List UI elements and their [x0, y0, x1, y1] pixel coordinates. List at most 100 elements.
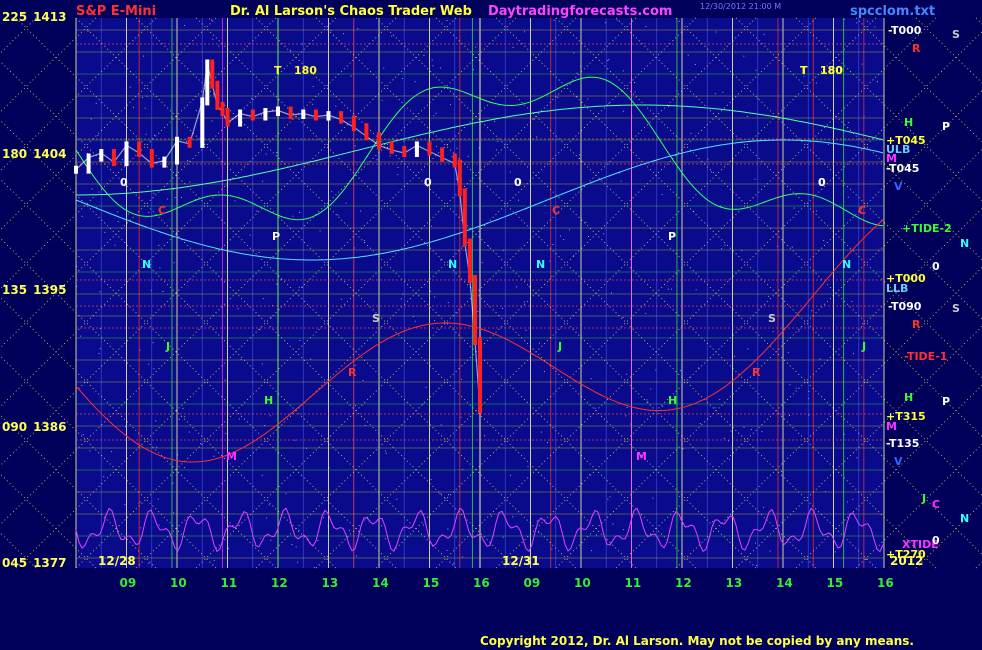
x-tick-label: 10	[574, 576, 591, 590]
speckle-dot	[456, 147, 458, 149]
speckle-dot	[389, 155, 391, 157]
speckle-dot	[789, 415, 790, 416]
speckle-dot	[360, 210, 362, 212]
right-label: V	[894, 180, 903, 193]
plot-letter: 0	[120, 176, 128, 189]
speckle-dot	[121, 159, 123, 161]
speckle-dot	[714, 93, 716, 95]
speckle-dot	[433, 115, 435, 117]
speckle-dot	[147, 185, 149, 187]
price-bar	[210, 59, 215, 89]
speckle-dot	[560, 235, 562, 237]
speckle-dot	[431, 225, 433, 227]
copyright: Copyright 2012, Dr. Al Larson. May not b…	[480, 634, 914, 648]
price-bar	[205, 59, 210, 106]
price-bar	[175, 136, 179, 165]
x-tick-label: 09	[119, 576, 137, 590]
right-label: J	[922, 492, 927, 505]
speckle-dot	[133, 106, 134, 108]
speckle-dot	[750, 428, 752, 430]
speckle-dot	[143, 55, 144, 57]
plot-letter: 180	[294, 64, 317, 77]
speckle-dot	[473, 69, 474, 71]
right-label: N	[960, 237, 970, 250]
speckle-dot	[117, 211, 119, 213]
right-label: -T000	[888, 24, 922, 37]
speckle-dot	[185, 141, 187, 143]
speckle-dot	[172, 482, 174, 484]
price-bar	[220, 102, 225, 117]
speckle-dot	[634, 82, 635, 83]
speckle-dot	[174, 197, 176, 199]
speckle-dot	[481, 262, 483, 264]
speckle-dot	[299, 340, 301, 341]
speckle-dot	[789, 384, 791, 386]
price-bar	[313, 109, 318, 121]
price-bar	[402, 146, 407, 157]
speckle-dot	[436, 145, 438, 147]
chart-subtitle: Dr. Al Larson's Chaos Trader Web	[230, 4, 472, 19]
speckle-dot	[448, 494, 449, 496]
x-tick-label: 13	[321, 576, 339, 590]
speckle-dot	[679, 495, 681, 497]
speckle-dot	[269, 415, 271, 417]
speckle-dot	[449, 104, 451, 106]
speckle-dot	[867, 20, 868, 22]
speckle-dot	[444, 497, 446, 499]
speckle-dot	[430, 290, 432, 292]
speckle-dot	[276, 152, 278, 153]
speckle-dot	[434, 320, 435, 322]
speckle-dot	[460, 416, 462, 418]
speckle-dot	[80, 335, 82, 337]
speckle-dot	[536, 520, 538, 522]
speckle-dot	[856, 457, 858, 459]
speckle-dot	[234, 200, 236, 202]
speckle-dot	[755, 69, 757, 71]
price-bar	[473, 274, 477, 346]
plot-letter: R	[752, 366, 761, 379]
speckle-dot	[110, 451, 112, 453]
timestamp: 12/30/2012 21:00 M	[700, 2, 782, 11]
speckle-dot	[462, 556, 464, 558]
speckle-dot	[622, 529, 624, 531]
speckle-dot	[266, 517, 268, 519]
y-tick-price: 1413	[33, 10, 67, 24]
site-link[interactable]: Daytradingforecasts.com	[488, 4, 672, 19]
plot-letter: S	[768, 312, 776, 325]
speckle-dot	[397, 174, 399, 176]
plot-letter: N	[842, 258, 852, 271]
price-bar	[238, 109, 243, 127]
speckle-dot	[425, 386, 427, 388]
speckle-dot	[780, 470, 782, 472]
speckle-dot	[184, 416, 186, 418]
speckle-dot	[823, 240, 825, 241]
speckle-dot	[541, 431, 542, 433]
speckle-dot	[187, 160, 189, 162]
speckle-dot	[819, 358, 821, 360]
speckle-dot	[497, 140, 499, 142]
speckle-dot	[262, 180, 264, 182]
speckle-dot	[440, 259, 442, 261]
y-tick-price: 1395	[33, 283, 67, 297]
speckle-dot	[671, 288, 672, 290]
speckle-dot	[525, 329, 527, 331]
price-bar	[149, 149, 154, 168]
speckle-dot	[272, 109, 273, 111]
x-tick-label: 12	[675, 576, 692, 590]
speckle-dot	[755, 542, 756, 544]
speckle-dot	[816, 210, 818, 212]
speckle-dot	[792, 539, 794, 541]
speckle-dot	[769, 550, 771, 552]
chart-title: S&P E-Mini	[76, 4, 157, 19]
speckle-dot	[446, 20, 448, 21]
speckle-dot	[502, 308, 503, 309]
right-label: N	[960, 512, 970, 525]
speckle-dot	[312, 86, 314, 87]
speckle-dot	[218, 45, 220, 47]
speckle-dot	[298, 529, 300, 531]
price-bar	[250, 109, 255, 121]
speckle-dot	[512, 46, 514, 48]
speckle-dot	[270, 539, 272, 541]
speckle-dot	[585, 221, 587, 223]
speckle-dot	[154, 134, 156, 136]
